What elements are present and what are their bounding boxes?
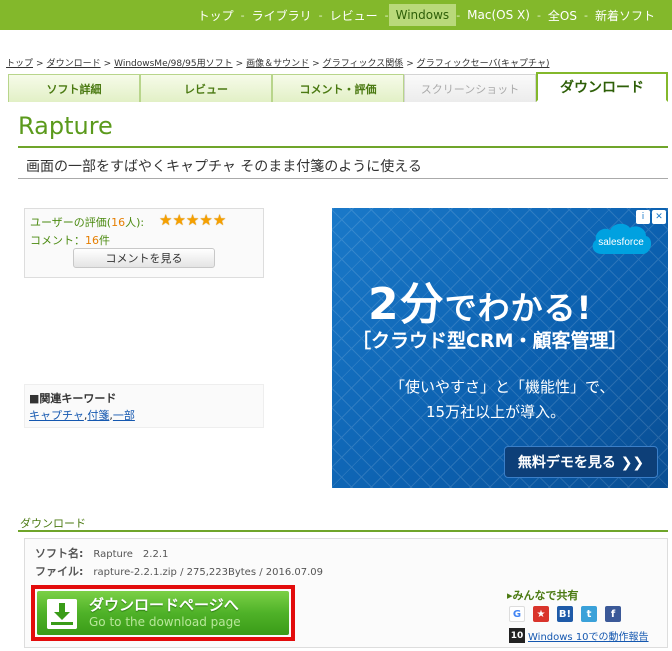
breadcrumb: トップ > ダウンロード > WindowsMe/98/95用ソフト > 画像＆サウンド > グ… (6, 56, 549, 69)
ad-copy-line-1: 「使いやすさ」と「機能性」で、 (390, 378, 615, 396)
facebook-icon[interactable]: f (605, 606, 621, 622)
ad-free-demo-button[interactable]: 無料デモを見る ❯❯ (504, 446, 658, 478)
download-page-button[interactable]: ダウンロードページへ Go to the download page (37, 591, 289, 635)
breadcrumb-separator: > (312, 59, 320, 69)
hatena-icon[interactable]: B! (557, 606, 573, 622)
share-icons: G ★ B! t f (509, 606, 621, 622)
google-icon[interactable]: G (509, 606, 525, 622)
breadcrumb-link[interactable]: グラフィックセーバ(キャプチャ) (417, 59, 550, 69)
download-divider (18, 530, 668, 532)
view-comments-button[interactable]: コメントを見る (73, 248, 215, 268)
star-icon: ★ (159, 211, 173, 229)
download-section-heading: ダウンロード (20, 517, 86, 530)
top-navigation: トップ - ライブラリ - レビュー - Windows - Mac(OS X)… (0, 0, 672, 30)
comment-prefix: コメント： (30, 234, 85, 247)
breadcrumb-link[interactable]: 画像＆サウンド (246, 59, 309, 69)
nav-new-software[interactable]: 新着ソフト (588, 7, 662, 24)
comment-count: 16 (85, 234, 99, 247)
tab-download[interactable]: ダウンロード (536, 72, 668, 102)
nav-all-os[interactable]: 全OS (541, 7, 584, 24)
keywords-title: ■関連キーワード (29, 392, 117, 405)
tab-screenshots[interactable]: スクリーンショット (404, 74, 536, 102)
download-button-sublabel: Go to the download page (89, 615, 241, 629)
ad-headline: 2分でわかる! (368, 268, 592, 332)
comment-suffix: 件 (99, 234, 110, 247)
breadcrumb-separator: > (235, 59, 244, 69)
breadcrumb-separator: > (36, 59, 44, 69)
tab-software-details[interactable]: ソフト詳細 (8, 74, 140, 102)
ad-headline-big: 2分 (368, 279, 445, 330)
keyword-links: キャプチャ,付箋,一部 (29, 407, 135, 423)
software-name-label: ソフト名: (35, 547, 84, 560)
salesforce-logo: salesforce (592, 223, 652, 254)
salesforce-logo-text: salesforce (598, 237, 644, 248)
nav-windows[interactable]: Windows (388, 4, 457, 26)
file-value: rapture-2.2.1.zip / 275,223Bytes / 2016.… (93, 567, 324, 578)
keyword-link[interactable]: 付箋 (87, 409, 109, 422)
breadcrumb-link[interactable]: WindowsMe/98/95用ソフト (114, 59, 232, 69)
ad-subheadline: ［クラウド型CRM・顧客管理］ (352, 330, 628, 352)
star-rating: ★ ★ ★ ★ ★ (159, 211, 227, 229)
tab-review[interactable]: レビュー (140, 74, 272, 102)
download-button-highlight: ダウンロードページへ Go to the download page (31, 585, 295, 641)
rating-box: ユーザーの評価(16人): ★ ★ ★ ★ ★ コメント：16件 コメントを見る (24, 208, 264, 278)
user-rating-label: ユーザーの評価(16人): (30, 214, 144, 230)
star-icon: ★ (199, 211, 213, 229)
comment-count-label: コメント：16件 (30, 232, 110, 248)
rating-count: 16 (111, 216, 126, 229)
related-keywords: ■関連キーワード キャプチャ,付箋,一部 (24, 384, 264, 428)
page-title: Rapture (18, 112, 113, 140)
download-button-label: ダウンロードページへ (89, 596, 239, 614)
breadcrumb-separator: > (406, 59, 414, 69)
breadcrumb-link[interactable]: トップ (6, 59, 33, 69)
tab-bar: ソフト詳細 レビュー コメント・評価 スクリーンショット ダウンロード (8, 72, 668, 102)
title-divider (18, 146, 668, 148)
ad-close-icon[interactable]: ✕ (652, 210, 666, 224)
tagline-divider (18, 178, 668, 179)
share-title: ▸みんなで共有 (507, 587, 579, 603)
keyword-link[interactable]: 一部 (113, 409, 135, 422)
file-info-row: ファイル: rapture-2.2.1.zip / 275,223Bytes / … (35, 563, 323, 579)
rating-label-prefix: ユーザーの評価( (30, 216, 112, 229)
file-label: ファイル: (35, 565, 84, 578)
rating-label-suffix: 人): (125, 216, 145, 229)
star-icon: ★ (172, 211, 186, 229)
tab-comments[interactable]: コメント・評価 (272, 74, 404, 102)
nav-mac[interactable]: Mac(OS X) (460, 8, 537, 22)
twitter-icon[interactable]: t (581, 606, 597, 622)
ad-copy-line-2: 15万社以上が導入。 (426, 403, 566, 421)
breadcrumb-link[interactable]: ダウンロード (47, 59, 101, 69)
ad-headline-small: でわかる! (444, 289, 593, 327)
download-box: ソフト名: Rapture 2.2.1 ファイル: rapture-2.2.1.zi… (24, 538, 668, 648)
windows10-badge-icon: 10 (509, 628, 525, 643)
nav-top[interactable]: トップ (191, 7, 241, 24)
windows10-report: 10 Windows 10での動作報告 (509, 628, 649, 643)
windows10-report-link[interactable]: Windows 10での動作報告 (528, 628, 649, 643)
software-name-value: Rapture 2.2.1 (93, 549, 169, 560)
nav-review[interactable]: レビュー (323, 7, 385, 24)
software-tagline: 画面の一部をすばやくキャプチャ そのまま付箋のように使える (26, 159, 422, 175)
keyword-link[interactable]: キャプチャ (29, 409, 84, 422)
share-title-text: みんなで共有 (512, 589, 579, 602)
breadcrumb-link[interactable]: グラフィックス関係 (323, 59, 404, 69)
star-bookmark-icon[interactable]: ★ (533, 606, 549, 622)
nav-library[interactable]: ライブラリ (245, 7, 319, 24)
star-icon: ★ (185, 211, 200, 229)
advertisement-banner[interactable]: i ✕ salesforce 2分でわかる! ［クラウド型CRM・顧客管理］ 「… (332, 208, 668, 488)
breadcrumb-separator: > (103, 59, 112, 69)
star-icon: ★ (212, 211, 227, 229)
download-icon (47, 599, 77, 629)
software-name-row: ソフト名: Rapture 2.2.1 (35, 545, 168, 561)
